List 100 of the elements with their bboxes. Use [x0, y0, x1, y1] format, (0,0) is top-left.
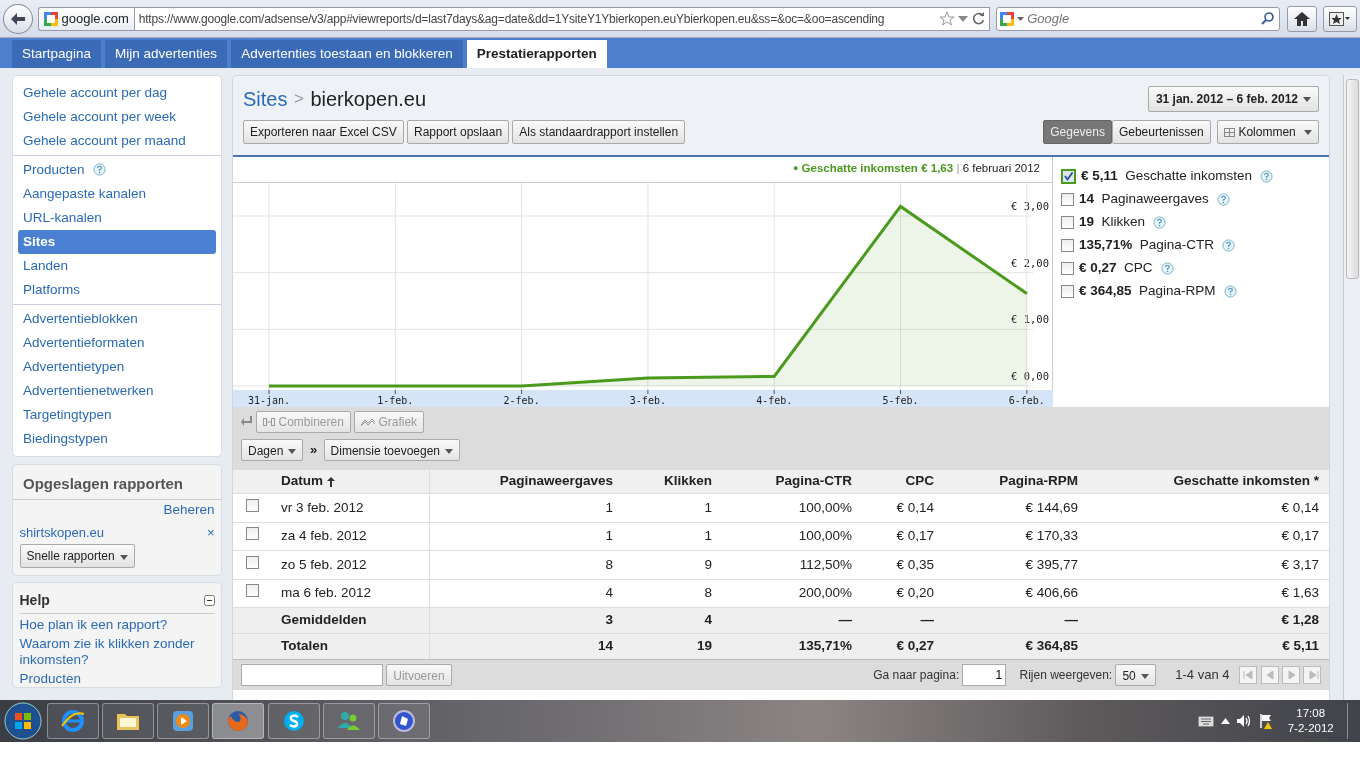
checkbox[interactable] [245, 555, 259, 569]
checkbox[interactable] [1061, 238, 1074, 252]
checkbox[interactable] [1061, 215, 1074, 229]
metric-summary: 14 Paginaweergaves [1079, 189, 1209, 208]
help-icon[interactable] [1223, 284, 1237, 298]
saved-report-link[interactable]: shirtskopen.eu [19, 522, 105, 542]
column-header[interactable]: Datum [281, 473, 323, 489]
help-link[interactable]: Hoe plan ik een rapport? [19, 616, 215, 633]
help-icon[interactable] [1160, 261, 1174, 275]
quick-reports-button[interactable]: Snelle rapporten [19, 544, 135, 569]
flag-icon[interactable] [1258, 713, 1275, 729]
reload-icon[interactable] [971, 12, 985, 25]
help-link[interactable]: Waarom zie ik klikken zonder inkomsten? [19, 635, 215, 668]
sidebar-item[interactable]: Advertentieformaten [18, 330, 150, 355]
sidebar-item[interactable]: Targetingtypen [18, 402, 117, 427]
sidebar-item[interactable]: Producten [18, 157, 90, 182]
help-icon[interactable] [1216, 192, 1230, 206]
back-button[interactable] [3, 3, 33, 34]
dimension-dropdown[interactable]: Dagen [241, 439, 304, 461]
action-button[interactable]: Als standaardrapport instellen [512, 120, 686, 144]
table-cell: — [920, 612, 934, 628]
search-engine-icon[interactable] [1000, 11, 1025, 26]
sidebar-item[interactable]: Advertentietypen [18, 354, 130, 379]
clock[interactable]: 17:08 7-2-2012 [1281, 706, 1341, 736]
table-cell: € 0,20 [896, 585, 934, 601]
date-range-button[interactable]: 31 jan. 2012 – 6 feb. 2012 [1147, 85, 1319, 112]
taskbar-button[interactable] [267, 703, 320, 739]
sidebar-item[interactable]: Gehele account per dag [18, 80, 173, 105]
sidebar-item[interactable]: Advertentienetwerken [18, 378, 159, 403]
nav-tab[interactable]: Startpagina [12, 40, 102, 68]
star-icon[interactable] [939, 11, 956, 26]
help-icon[interactable] [1260, 169, 1274, 183]
search-icon[interactable] [1261, 11, 1275, 25]
rows-dropdown[interactable]: 50 [1115, 663, 1156, 686]
checkbox[interactable] [245, 584, 259, 598]
help-link[interactable]: Producten [19, 670, 215, 687]
axis-label: 5-feb. [882, 394, 919, 406]
metric-summary: € 5,11 Geschatte inkomsten [1081, 166, 1253, 185]
taskbar-button[interactable] [322, 703, 375, 739]
help-icon[interactable] [1222, 238, 1236, 252]
add-dimension-dropdown[interactable]: Dimensie toevoegen [323, 439, 460, 461]
scrollbar[interactable] [1343, 74, 1360, 700]
dropdown-icon[interactable] [958, 15, 969, 22]
checkbox[interactable] [245, 527, 259, 541]
help-icon[interactable] [92, 163, 106, 177]
sidebar-item[interactable]: Gehele account per maand [18, 128, 191, 153]
home-button[interactable] [1286, 5, 1317, 32]
nav-tab[interactable]: Mijn advertenties [105, 40, 228, 68]
sidebar-item[interactable]: Landen [18, 253, 74, 278]
expand-tray-icon[interactable] [1220, 718, 1230, 724]
sidebar-item[interactable]: Sites [18, 229, 216, 254]
taskbar-button[interactable] [378, 703, 430, 739]
view-toggle[interactable]: Gebeurtenissen [1111, 120, 1211, 144]
start-button[interactable] [3, 701, 44, 741]
columns-button[interactable]: Kolommen [1217, 120, 1319, 144]
checkbox[interactable] [1061, 261, 1074, 275]
table-cell: € 0,35 [896, 556, 934, 572]
keyboard-icon[interactable] [1198, 715, 1215, 727]
breadcrumb-link[interactable]: Sites [243, 83, 288, 114]
remove-button[interactable]: × [206, 522, 215, 542]
checkbox[interactable] [1061, 168, 1076, 184]
checkbox[interactable] [1061, 284, 1074, 298]
checkbox[interactable] [245, 498, 259, 512]
sidebar-item[interactable]: Biedingstypen [18, 426, 113, 451]
line-chart-icon [361, 417, 376, 426]
goto-label: Ga naar pagina: [873, 666, 960, 684]
table-cell: — [1064, 612, 1078, 628]
media-player-icon [170, 708, 196, 734]
action-button[interactable]: Exporteren naar Excel CSV [243, 120, 404, 144]
manage-link[interactable]: Beheren [163, 502, 215, 517]
table-cell: 1 [605, 499, 613, 515]
table-cell: 1 [704, 499, 712, 515]
speaker-icon[interactable] [1236, 714, 1253, 728]
legend-marker: ● [792, 162, 799, 176]
taskbar-button[interactable] [46, 703, 99, 739]
nav-tab[interactable]: Prestatierapporten [466, 40, 607, 68]
url-field[interactable]: https://www.google.com/adsense/v3/app#viewreports/d=last7days&ag=date&dd=1YsiteY1Ybierkopen.euYbierkopen.eu&ss=&oc=&oo=ascending [133, 6, 990, 31]
sort-icon[interactable] [327, 476, 335, 487]
filter-field[interactable] [241, 663, 383, 686]
bookmarks-button[interactable] [1323, 5, 1357, 32]
taskbar-button[interactable] [212, 703, 265, 739]
site-identity[interactable]: google.com [38, 6, 134, 31]
taskbar-button[interactable] [101, 703, 154, 739]
sidebar-item[interactable]: URL-kanalen [18, 205, 107, 230]
checkbox[interactable] [1061, 192, 1074, 206]
sidebar-item[interactable]: Gehele account per week [18, 104, 182, 129]
metric-summary: 135,71% Pagina-CTR [1079, 235, 1215, 254]
search-field[interactable]: Google [996, 6, 1281, 31]
sidebar-item[interactable]: Aangepaste kanalen [18, 181, 152, 206]
nav-tab[interactable]: Advertenties toestaan en blokkeren [231, 40, 463, 68]
sidebar-item[interactable]: Advertentieblokken [18, 306, 143, 331]
table-cell: vr 3 feb. 2012 [281, 499, 364, 515]
collapse-icon[interactable] [203, 594, 215, 606]
action-button[interactable]: Rapport opslaan [407, 120, 510, 144]
axis-label: 4-feb. [756, 394, 793, 406]
table-cell: 9 [704, 556, 712, 572]
help-icon[interactable] [1153, 215, 1167, 229]
view-toggle[interactable]: Gegevens [1043, 120, 1112, 144]
page-field[interactable]: 1 [962, 663, 1007, 686]
sidebar-item[interactable]: Platforms [18, 277, 85, 302]
